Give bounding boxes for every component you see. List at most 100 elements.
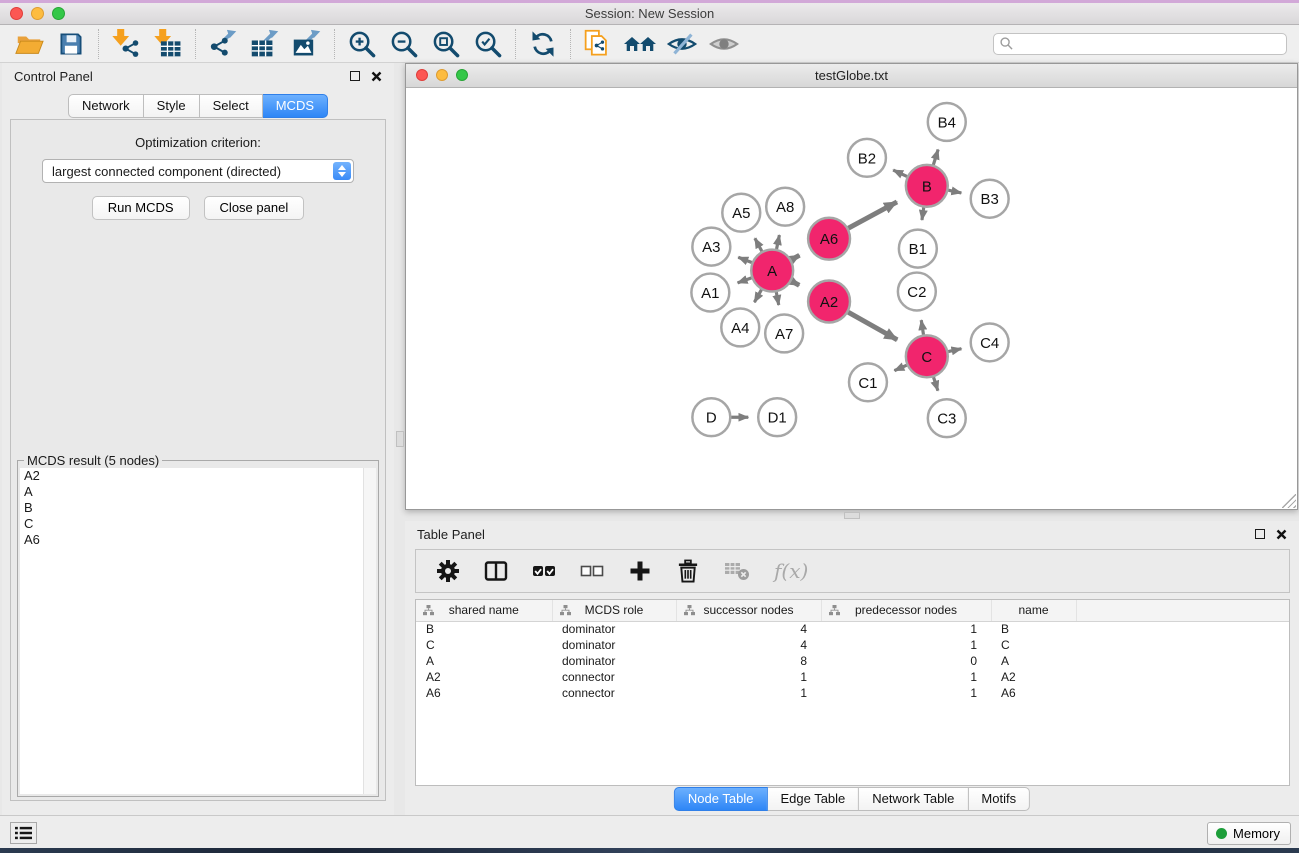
column-header-mcds-role[interactable]: MCDS role [552,600,676,621]
graph-node-C4[interactable]: C4 [971,323,1009,361]
table-row[interactable]: A2connector11A2 [416,669,1289,685]
graph-edge-A-A4[interactable] [754,290,761,302]
graph-edge-A-A7[interactable] [776,292,778,305]
zoom-selected-button[interactable] [467,27,509,61]
column-header-predecessor-nodes[interactable]: predecessor nodes [821,600,991,621]
search-input[interactable] [1017,36,1280,51]
delete-columns-button[interactable] [676,559,700,583]
graph-node-B1[interactable]: B1 [899,230,937,268]
tab-motifs[interactable]: Motifs [968,787,1030,811]
graph-edge-A-A2[interactable] [791,281,799,285]
tab-style[interactable]: Style [144,94,200,118]
graph-node-A1[interactable]: A1 [691,274,729,312]
refresh-view-button[interactable] [522,27,564,61]
home-layout-button[interactable] [619,27,661,61]
zoom-fit-button[interactable] [425,27,467,61]
tab-network-table[interactable]: Network Table [859,787,968,811]
close-table-panel-button[interactable] [1276,529,1287,540]
vertical-splitter-handle[interactable] [396,431,404,447]
column-header-name[interactable]: name [991,600,1076,621]
close-panel-button[interactable] [371,71,382,82]
table-row[interactable]: Adominator80A [416,653,1289,669]
split-columns-button[interactable] [484,559,508,583]
column-settings-button[interactable] [436,559,460,583]
graph-node-D1[interactable]: D1 [758,398,796,436]
graph-edge-C-C3[interactable] [934,377,938,390]
graph-node-A4[interactable]: A4 [721,308,759,346]
graph-edge-C-C2[interactable] [921,320,923,335]
graph-edge-B-B1[interactable] [922,207,924,219]
graph-node-C3[interactable]: C3 [928,399,966,437]
graph-edge-B-B2[interactable] [893,170,907,176]
mcds-result-item[interactable]: A2 [20,468,376,484]
hide-selected-button[interactable] [661,27,703,61]
float-table-panel-button[interactable] [1255,529,1265,539]
graph-node-C1[interactable]: C1 [849,363,887,401]
graph-edge-B-B4[interactable] [933,150,938,165]
graph-node-B2[interactable]: B2 [848,139,886,177]
graph-edge-A-A6[interactable] [791,255,799,260]
mcds-result-item[interactable]: B [20,500,376,516]
network-window-titlebar[interactable]: testGlobe.txt [406,64,1297,88]
graph-node-D[interactable]: D [692,398,730,436]
graph-edge-A-A5[interactable] [755,238,762,251]
run-mcds-button[interactable]: Run MCDS [92,196,190,220]
export-image-button[interactable] [286,27,328,61]
import-network-button[interactable] [105,27,147,61]
memory-button[interactable]: Memory [1207,822,1291,845]
graph-node-B4[interactable]: B4 [928,103,966,141]
table-row[interactable]: Bdominator41B [416,621,1289,637]
import-table-button[interactable] [147,27,189,61]
show-all-button[interactable] [703,27,745,61]
clone-network-button[interactable] [577,27,619,61]
float-panel-button[interactable] [350,71,360,81]
mcds-result-item[interactable]: C [20,516,376,532]
zoom-out-button[interactable] [383,27,425,61]
graph-edge-A-A1[interactable] [738,278,752,283]
tab-network[interactable]: Network [68,94,144,118]
graph-edge-C-C4[interactable] [948,349,961,352]
graph-edge-A-A8[interactable] [777,235,780,249]
graph-node-A2[interactable]: A2 [808,281,850,323]
zoom-in-button[interactable] [341,27,383,61]
show-panels-list-button[interactable] [10,822,37,844]
graph-node-A6[interactable]: A6 [808,218,850,260]
graph-node-B3[interactable]: B3 [971,180,1009,218]
optimization-criterion-dropdown[interactable]: largest connected component (directed) [42,159,354,183]
save-session-button[interactable] [50,27,92,61]
tab-select[interactable]: Select [200,94,263,118]
open-session-button[interactable] [8,27,50,61]
network-graph[interactable]: B4B2BB3A8A5A6A3B1AC2A1A2A4A7C4CC1C3DD1 [406,89,1297,509]
graph-edge-A2-C[interactable] [848,312,897,340]
close-panel-button-2[interactable]: Close panel [204,196,305,220]
graph-node-B[interactable]: B [906,165,948,207]
graph-node-C[interactable]: C [906,335,948,377]
tab-edge-table[interactable]: Edge Table [767,787,859,811]
horizontal-splitter-handle[interactable] [844,512,860,519]
function-builder-button[interactable]: f(x) [774,559,808,583]
window-resize-grip[interactable] [1282,494,1296,508]
table-row[interactable]: Cdominator41C [416,637,1289,653]
graph-node-A7[interactable]: A7 [765,314,803,352]
mcds-result-item[interactable]: A6 [20,532,376,548]
export-table-button[interactable] [244,27,286,61]
scrollbar-track[interactable] [363,468,376,794]
mcds-result-item[interactable]: A [20,484,376,500]
column-header-shared-name[interactable]: shared name [416,600,552,621]
deselect-all-button[interactable] [580,559,604,583]
graph-node-A3[interactable]: A3 [692,228,730,266]
table-row[interactable]: A6connector11A6 [416,685,1289,701]
select-all-button[interactable] [532,559,556,583]
graph-edge-B-B3[interactable] [948,190,961,193]
add-column-button[interactable] [628,559,652,583]
graph-node-A[interactable]: A [751,250,793,292]
tab-node-table[interactable]: Node Table [674,787,768,811]
graph-edge-A-A3[interactable] [738,257,752,262]
graph-edge-C-C1[interactable] [894,365,906,370]
delete-table-button[interactable] [724,560,750,582]
network-canvas[interactable]: B4B2BB3A8A5A6A3B1AC2A1A2A4A7C4CC1C3DD1 [406,89,1297,509]
tab-mcds[interactable]: MCDS [263,94,328,118]
column-header-successor-nodes[interactable]: successor nodes [676,600,821,621]
export-network-button[interactable] [202,27,244,61]
graph-node-A5[interactable]: A5 [722,194,760,232]
